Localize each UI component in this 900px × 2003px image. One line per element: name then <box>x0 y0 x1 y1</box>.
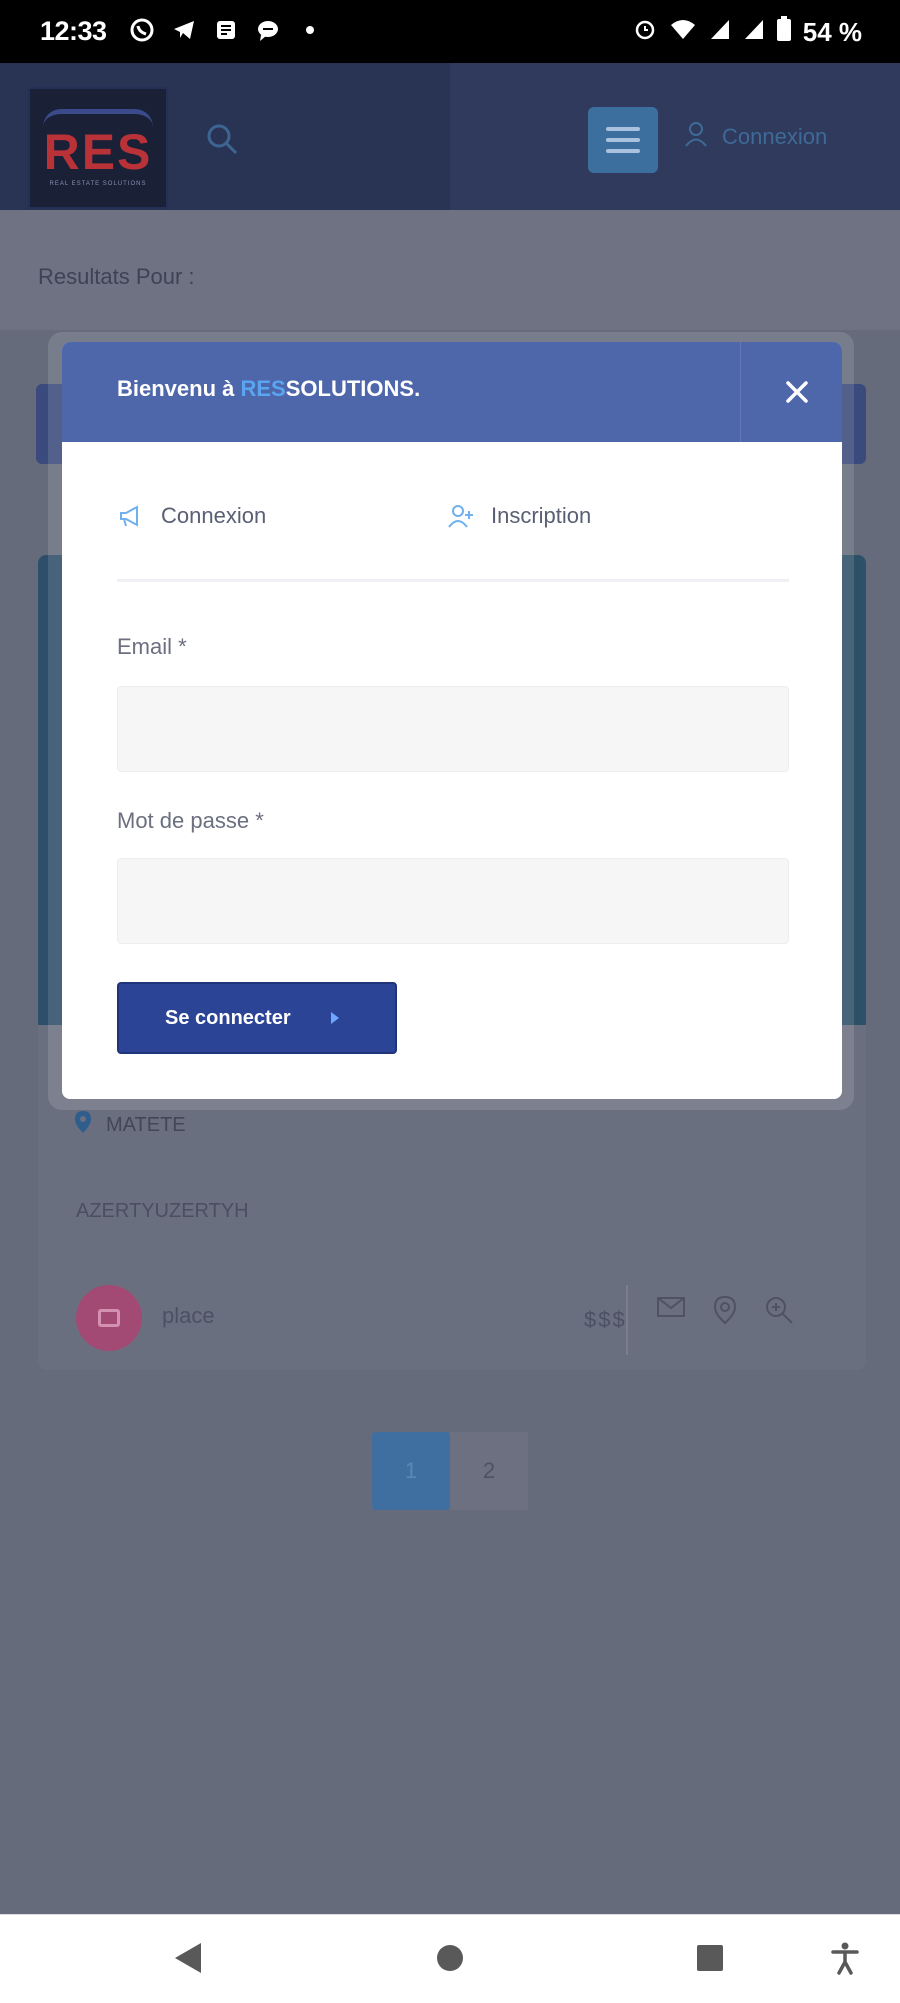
logo-tagline: REAL ESTATE SOLUTIONS <box>49 181 147 187</box>
lock-icon <box>98 1309 120 1327</box>
logo-text: RES <box>43 124 153 180</box>
modal-title-prefix: Bienvenu à <box>117 376 241 401</box>
signal-icon <box>709 17 731 48</box>
login-submit-label: Se connecter <box>165 1006 291 1029</box>
login-submit-button[interactable]: Se connecter <box>117 982 397 1054</box>
close-button[interactable] <box>752 342 842 442</box>
status-bar: 12:33 54 % <box>0 0 900 63</box>
battery-icon <box>776 16 791 49</box>
tab-inscription[interactable]: Inscription <box>447 502 591 530</box>
map-marker-icon[interactable] <box>712 1295 738 1330</box>
actions-divider <box>626 1285 628 1355</box>
hamburger-line <box>606 149 640 153</box>
megaphone-icon <box>120 505 138 527</box>
modal-title-suffix: SOLUTIONS. <box>285 376 421 401</box>
site-header: RES REAL ESTATE SOLUTIONS Connexion <box>0 63 900 210</box>
password-field[interactable] <box>117 858 789 944</box>
results-bar: Resultats Pour : <box>0 210 900 330</box>
whatsapp-icon <box>128 16 156 44</box>
modal-header: Bienvenu à RESSOLUTIONS. <box>62 342 842 442</box>
system-nav-bar <box>0 1914 900 2003</box>
telegram-icon <box>170 16 198 44</box>
dot-icon <box>296 16 324 44</box>
hamburger-line <box>606 138 640 142</box>
map-pin-icon <box>74 1110 92 1140</box>
accessibility-icon[interactable] <box>828 1941 862 1975</box>
category-avatar <box>76 1285 142 1351</box>
system-icons: 54 % <box>633 16 862 49</box>
page-2-button[interactable]: 2 <box>450 1432 528 1510</box>
site-logo[interactable]: RES REAL ESTATE SOLUTIONS <box>28 87 168 209</box>
header-login-label: Connexion <box>722 124 828 149</box>
page-1-button[interactable]: 1 <box>372 1432 450 1510</box>
listing-location: MATETE <box>74 1110 186 1140</box>
recent-apps-icon[interactable] <box>697 1945 723 1971</box>
listing-category: place <box>162 1303 215 1328</box>
header-login-link[interactable]: Connexion <box>684 121 827 153</box>
password-label: Mot de passe * <box>117 808 264 833</box>
pagination: 1 2 <box>372 1432 528 1510</box>
listing-price: $$$ <box>584 1307 627 1332</box>
notification-icons <box>128 16 324 44</box>
close-icon <box>786 381 808 403</box>
results-label: Resultats Pour : <box>38 264 195 289</box>
tab-inscription-label: Inscription <box>491 503 592 528</box>
user-icon <box>684 121 708 153</box>
home-icon[interactable] <box>437 1945 463 1971</box>
auth-tabs: Connexion Inscription <box>117 502 789 582</box>
signal-icon <box>743 17 765 48</box>
back-icon[interactable] <box>175 1943 201 1973</box>
modal-title: Bienvenu à RESSOLUTIONS. <box>117 376 420 402</box>
tab-connexion-label: Connexion <box>161 503 267 528</box>
zoom-in-icon[interactable] <box>764 1295 794 1330</box>
battery-level: 54 % <box>802 17 862 47</box>
listing-location-text: MATETE <box>106 1113 186 1136</box>
listing-description: AZERTYUZERTYH <box>76 1200 249 1222</box>
listing-actions <box>626 1285 794 1355</box>
close-divider <box>740 342 741 442</box>
tab-connexion[interactable]: Connexion <box>117 502 266 530</box>
chat-icon <box>254 16 282 44</box>
search-icon[interactable] <box>205 122 239 156</box>
email-field[interactable] <box>117 686 789 772</box>
mail-icon[interactable] <box>656 1295 686 1330</box>
modal-title-highlight: RES <box>240 376 286 401</box>
login-modal: Bienvenu à RESSOLUTIONS. Connexion Inscr… <box>62 342 842 1099</box>
hamburger-line <box>606 127 640 131</box>
news-icon <box>212 16 240 44</box>
chevron-right-icon <box>330 1012 339 1024</box>
add-user-icon <box>448 505 473 528</box>
status-time: 12:33 <box>40 16 107 46</box>
menu-button[interactable] <box>588 107 658 173</box>
email-label: Email * <box>117 634 187 659</box>
alarm-icon <box>633 17 657 48</box>
wifi-icon <box>669 17 697 48</box>
